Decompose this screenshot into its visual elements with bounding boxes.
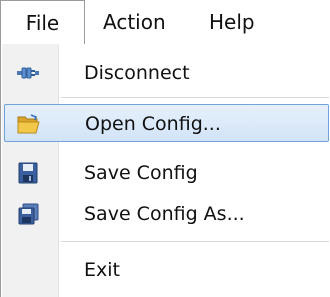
menu-item-exit[interactable]: Exit [1,251,330,289]
open-folder-icon [17,113,41,135]
save-as-icon [16,203,40,225]
menu-item-label: Open Config... [85,113,221,135]
menu-item-save-config-as[interactable]: Save Config As... [1,195,330,233]
menu-file[interactable]: File [0,0,85,44]
floppy-disk-icon [16,162,40,184]
menu-item-label: Save Config [84,162,198,184]
menu-action[interactable]: Action [103,0,166,44]
menu-separator [61,97,329,98]
menu-help[interactable]: Help [209,0,255,44]
menu-item-open-config[interactable]: Open Config... [4,104,329,142]
menu-item-label: Exit [84,259,120,281]
menu-item-label: Disconnect [84,62,190,84]
menu-item-save-config[interactable]: Save Config [1,154,330,192]
menu-separator [61,241,329,242]
menu-item-label: Save Config As... [84,203,245,225]
menu-item-disconnect[interactable]: Disconnect [1,54,330,92]
file-dropdown-menu: Disconnect Open Config... Save Config Sa… [0,44,330,297]
disconnect-plug-icon [16,62,40,84]
menu-bar: File Action Help [0,0,330,44]
